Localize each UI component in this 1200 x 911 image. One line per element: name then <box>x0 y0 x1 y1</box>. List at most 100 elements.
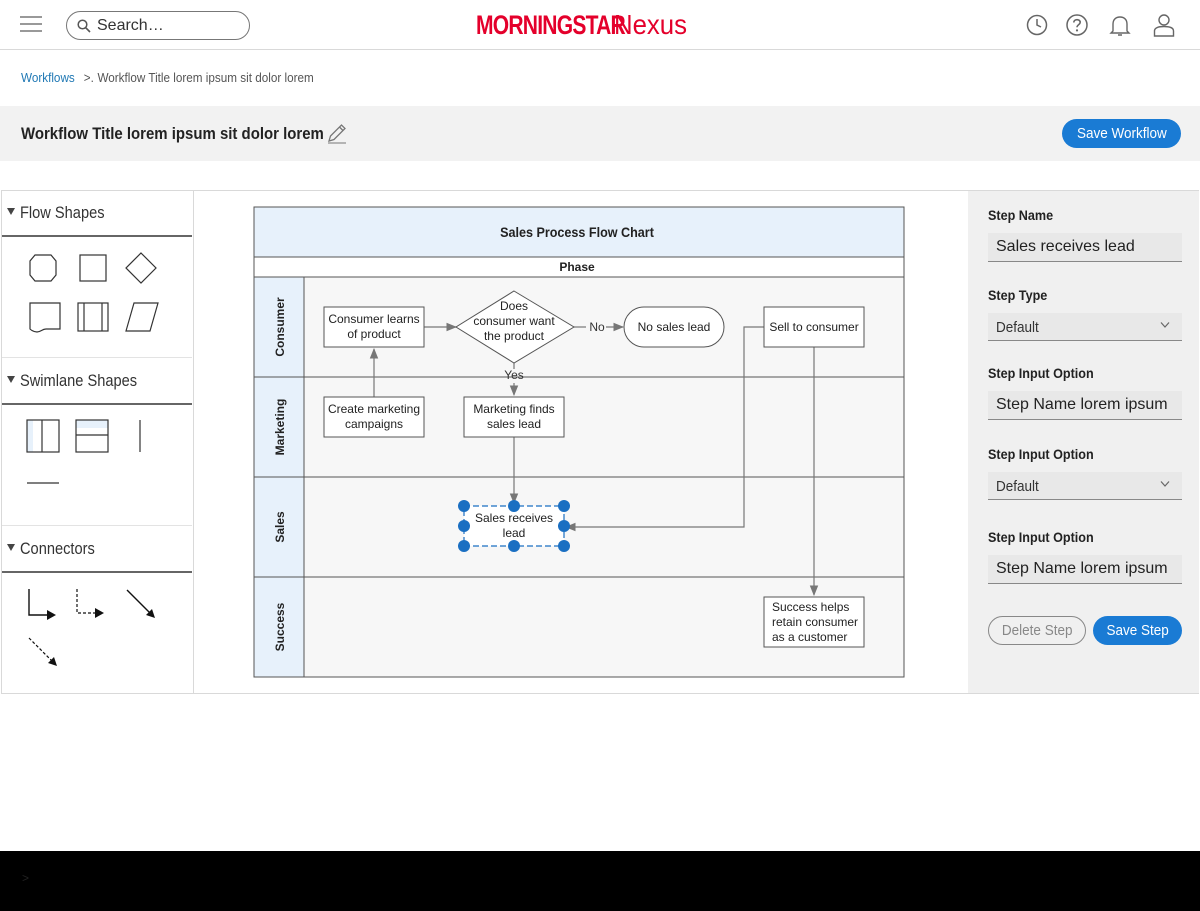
step-input-option-label: Step Input Option <box>988 365 1094 381</box>
node-text-line: Marketing finds <box>473 402 554 416</box>
shape-palette: Flow Shapes Swimlane Shapes Connectors <box>2 191 194 693</box>
resize-handle[interactable] <box>558 540 570 552</box>
save-workflow-button[interactable]: Save Workflow <box>1062 119 1181 148</box>
edit-title-icon[interactable] <box>326 122 348 144</box>
node-success-retain[interactable]: Success helps retain consumer as a custo… <box>763 596 865 648</box>
node-no-sales-lead[interactable]: No sales lead <box>623 306 725 348</box>
step-type-label: Step Type <box>988 287 1048 303</box>
node-text-line: Sell to consumer <box>769 320 858 334</box>
footer-bar: > <box>0 851 1200 911</box>
step-name-input[interactable] <box>988 233 1182 262</box>
lane-label-success: Success <box>273 602 287 651</box>
save-workflow-label: Save Workflow <box>1076 125 1167 142</box>
node-create-campaigns[interactable]: Create marketing campaigns <box>323 396 425 438</box>
bell-icon[interactable] <box>1108 12 1132 38</box>
straight-arrow-connector[interactable] <box>124 587 158 621</box>
collapse-triangle-icon <box>7 208 15 215</box>
data-shape[interactable] <box>124 301 160 333</box>
collapse-triangle-icon <box>7 376 15 383</box>
lane-label-marketing: Marketing <box>273 399 287 456</box>
history-icon[interactable] <box>1025 12 1049 38</box>
flowchart-diagram[interactable]: Sales Process Flow Chart Phase Consumer … <box>194 191 968 693</box>
chevron-down-icon <box>1160 481 1170 487</box>
connectors-label: Connectors <box>20 539 95 558</box>
workflow-editor: Flow Shapes Swimlane Shapes Connectors S… <box>1 190 1199 694</box>
search-input[interactable] <box>97 16 237 35</box>
delete-step-label: Delete Step <box>1001 622 1073 639</box>
node-text-line: of product <box>347 327 401 341</box>
help-icon[interactable] <box>1065 12 1089 38</box>
workflow-canvas[interactable]: Sales Process Flow Chart Phase Consumer … <box>194 191 968 693</box>
node-text-line: as a customer <box>772 630 847 644</box>
search-box[interactable] <box>66 11 250 40</box>
horizontal-separator-shape[interactable] <box>26 479 60 487</box>
swimlane-shapes-header[interactable]: Swimlane Shapes <box>2 359 192 405</box>
node-text-line: Does <box>500 299 528 313</box>
resize-handle[interactable] <box>508 500 520 512</box>
step-type-value: Default <box>996 319 1039 336</box>
edge-label-yes: Yes <box>504 368 524 382</box>
node-consumer-learns[interactable]: Consumer learns of product <box>323 306 425 348</box>
node-text-line: consumer want <box>473 314 555 328</box>
dashed-arrow-connector[interactable] <box>26 635 60 669</box>
process-shape[interactable] <box>78 253 108 283</box>
step-input-option-value: Default <box>996 478 1039 495</box>
resize-handle[interactable] <box>458 520 470 532</box>
resize-handle[interactable] <box>458 540 470 552</box>
step-input-option-field[interactable] <box>988 555 1182 584</box>
node-text-line: sales lead <box>487 417 541 431</box>
resize-handle[interactable] <box>508 540 520 552</box>
elbow-connector[interactable] <box>26 587 58 621</box>
edge-label-no: No <box>589 320 605 334</box>
menu-icon[interactable] <box>20 16 42 34</box>
node-sell-to-consumer[interactable]: Sell to consumer <box>763 306 865 348</box>
predefined-process-shape[interactable] <box>76 301 110 333</box>
node-text-line: Create marketing <box>328 402 420 416</box>
resize-handle[interactable] <box>458 500 470 512</box>
search-icon <box>77 18 91 33</box>
swimlane-shapes-label: Swimlane Shapes <box>20 371 138 390</box>
flow-shapes-label: Flow Shapes <box>20 203 105 222</box>
top-navigation-bar: MORNINGSTAR Nexus <box>0 0 1200 50</box>
footer-caret: > <box>22 871 30 885</box>
resize-handle[interactable] <box>558 520 570 532</box>
breadcrumb-separator: >. <box>83 70 94 85</box>
step-type-select[interactable]: Default <box>988 313 1182 341</box>
breadcrumb-current: Workflow Title lorem ipsum sit dolor lor… <box>97 70 314 85</box>
breadcrumb: Workflows >. Workflow Title lorem ipsum si… <box>21 70 314 85</box>
brand-name: MORNINGSTAR <box>476 9 626 40</box>
resize-handle[interactable] <box>558 500 570 512</box>
node-text-line: the product <box>484 329 545 343</box>
save-step-button[interactable]: Save Step <box>1093 616 1182 645</box>
node-text-line: Sales receives <box>475 511 553 525</box>
vertical-pool-shape[interactable] <box>26 419 60 453</box>
dashed-elbow-connector[interactable] <box>74 587 106 621</box>
horizontal-pool-shape[interactable] <box>75 419 109 453</box>
breadcrumb-workflows-link[interactable]: Workflows <box>21 70 75 85</box>
flow-shapes-header[interactable]: Flow Shapes <box>2 191 192 237</box>
chevron-down-icon <box>1160 322 1170 328</box>
delete-step-button[interactable]: Delete Step <box>988 616 1086 645</box>
lane-label-consumer: Consumer <box>273 297 287 357</box>
lane-label-sales: Sales <box>273 511 287 543</box>
flowchart-title: Sales Process Flow Chart <box>500 224 654 240</box>
decision-shape[interactable] <box>124 251 158 285</box>
workflow-title: Workflow Title lorem ipsum sit dolor lor… <box>21 124 324 143</box>
palette-divider <box>2 525 192 526</box>
node-text-line: Success helps <box>772 600 849 614</box>
node-text-line: lead <box>503 526 526 540</box>
user-icon[interactable] <box>1152 12 1176 38</box>
step-input-option-label: Step Input Option <box>988 529 1094 545</box>
document-shape[interactable] <box>28 301 62 333</box>
step-input-option-field[interactable] <box>988 391 1182 420</box>
brand-logo[interactable]: MORNINGSTAR Nexus <box>476 8 693 42</box>
brand-product: Nexus <box>614 9 688 40</box>
node-text-line: campaigns <box>345 417 403 431</box>
connectors-header[interactable]: Connectors <box>2 527 192 573</box>
node-marketing-finds[interactable]: Marketing finds sales lead <box>463 396 565 438</box>
step-properties-panel: Step Name Step Type Default Step Input O… <box>968 191 1199 693</box>
step-input-option-label: Step Input Option <box>988 446 1094 462</box>
step-input-option-select[interactable]: Default <box>988 472 1182 500</box>
terminator-shape[interactable] <box>28 253 58 283</box>
vertical-separator-shape[interactable] <box>136 419 144 453</box>
